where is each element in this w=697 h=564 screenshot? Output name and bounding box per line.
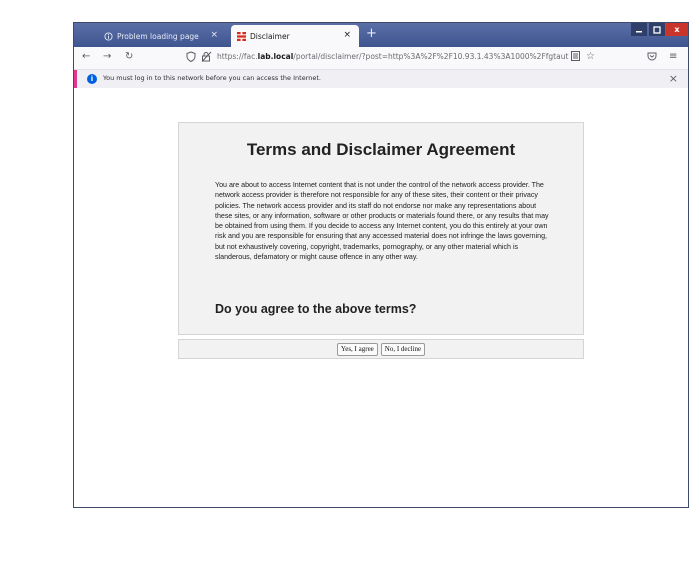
window-close-button[interactable]: x — [666, 23, 688, 36]
title-bar: Problem loading page × Disclaimer × + x — [74, 23, 688, 47]
browser-window: Problem loading page × Disclaimer × + x … — [73, 22, 689, 508]
url-host: lab.local — [257, 52, 294, 61]
menu-icon[interactable]: ≡ — [669, 51, 677, 62]
back-icon[interactable]: ← — [82, 51, 90, 62]
action-bar: Yes, I agree No, I decline — [178, 339, 584, 359]
shield-icon[interactable] — [186, 51, 196, 65]
tab-label: Problem loading page — [117, 31, 199, 41]
tab-disclaimer[interactable]: Disclaimer × — [231, 25, 359, 47]
minimize-button[interactable] — [631, 23, 647, 36]
address-bar[interactable]: https://fac.lab.local/portal/disclaimer/… — [217, 52, 569, 64]
disclaimer-panel: Terms and Disclaimer Agreement You are a… — [178, 122, 584, 335]
fortinet-logo-icon — [237, 31, 246, 41]
agreement-question: Do you agree to the above terms? — [215, 302, 417, 316]
reader-view-icon[interactable] — [571, 51, 580, 64]
tab-problem-loading[interactable]: Problem loading page × — [86, 25, 226, 47]
navigation-bar: ← → ↻ https://fac.lab.local/portal/discl… — [74, 47, 688, 70]
url-prefix: https://fac. — [217, 52, 258, 61]
page-content: Terms and Disclaimer Agreement You are a… — [74, 89, 688, 507]
close-tab-icon[interactable]: × — [210, 30, 218, 40]
agree-button[interactable]: Yes, I agree — [336, 342, 378, 356]
pocket-icon[interactable] — [647, 51, 657, 64]
lock-icon[interactable] — [201, 51, 212, 65]
disclaimer-text: You are about to access Internet content… — [215, 181, 549, 262]
info-circle-icon — [104, 31, 113, 41]
decline-button[interactable]: No, I decline — [380, 342, 426, 356]
notification-close-button[interactable]: × — [669, 72, 678, 85]
tab-label: Disclaimer — [250, 31, 290, 41]
forward-icon[interactable]: → — [103, 51, 111, 62]
page-title: Terms and Disclaimer Agreement — [246, 140, 516, 159]
new-tab-button[interactable]: + — [366, 26, 377, 41]
notification-bar: i You must log in to this network before… — [74, 70, 688, 88]
url-path: /portal/disclaimer/?post=http%3A%2F%2F10… — [293, 52, 569, 61]
reload-icon[interactable]: ↻ — [125, 51, 133, 62]
info-icon: i — [87, 74, 97, 84]
close-tab-icon[interactable]: × — [343, 30, 351, 40]
maximize-button[interactable] — [649, 23, 665, 36]
notification-text: You must log in to this network before y… — [103, 74, 321, 82]
bookmark-star-icon[interactable]: ☆ — [586, 51, 595, 62]
